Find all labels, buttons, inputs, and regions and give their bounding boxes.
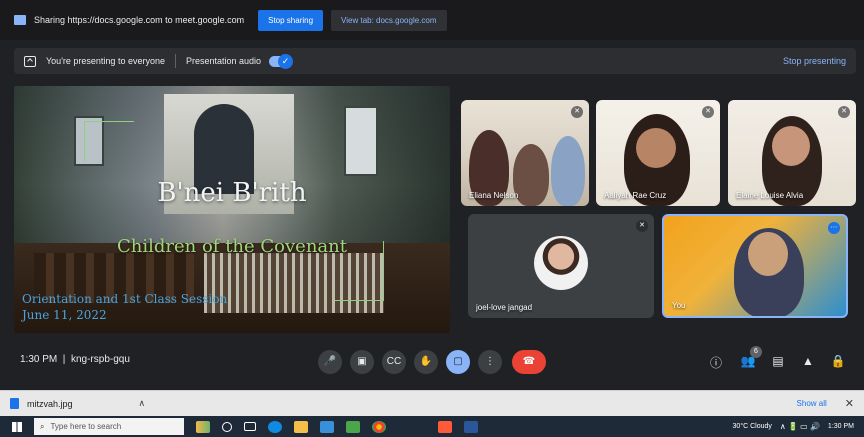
slide-frame-corner bbox=[84, 121, 134, 161]
chevron-up-icon[interactable]: ∧ bbox=[139, 398, 146, 409]
participant-video bbox=[513, 144, 549, 206]
host-controls-button[interactable]: 🔒 bbox=[830, 354, 846, 368]
news-widget-icon[interactable] bbox=[196, 420, 210, 433]
download-file-name[interactable]: mitzvah.jpg bbox=[27, 399, 73, 409]
slide-date-text: June 11, 2022 bbox=[22, 308, 107, 322]
meeting-code: kng-rspb-gqu bbox=[70, 354, 130, 365]
presenting-bar: You're presenting to everyone Presentati… bbox=[14, 48, 856, 74]
file-icon bbox=[10, 398, 19, 409]
phone-hangup-icon: ☎ bbox=[522, 356, 536, 367]
taskbar-clock[interactable]: 1:30 PM bbox=[828, 423, 854, 431]
present-to-all-icon bbox=[24, 55, 36, 67]
brave-icon[interactable] bbox=[438, 420, 452, 433]
people-count-badge: 6 bbox=[750, 346, 762, 358]
check-icon: ✓ bbox=[278, 53, 294, 69]
edge-icon[interactable] bbox=[268, 420, 282, 433]
avatar bbox=[534, 236, 588, 290]
taskbar-search-input[interactable]: ⌕ Type here to search bbox=[34, 418, 184, 435]
weather-text[interactable]: 30°C Cloudy bbox=[733, 423, 772, 430]
presentation-audio-label: Presentation audio bbox=[185, 56, 262, 66]
stop-presenting-button[interactable]: Stop presenting bbox=[783, 56, 846, 66]
task-view-icon[interactable] bbox=[244, 422, 256, 431]
captions-button[interactable]: CC bbox=[382, 350, 406, 374]
search-placeholder: Type here to search bbox=[50, 422, 122, 431]
screen-share-icon bbox=[14, 15, 26, 25]
participant-name: Aaliyah Rae Cruz bbox=[604, 191, 667, 200]
participant-tile[interactable]: ✕ joel-love jangad bbox=[468, 214, 654, 318]
download-bar: mitzvah.jpg ∧ Show all ✕ bbox=[0, 390, 864, 416]
raise-hand-button[interactable]: ✋ bbox=[414, 350, 438, 374]
microphone-button[interactable]: 🎤 bbox=[318, 350, 342, 374]
google-meet-window: Sharing https://docs.google.com to meet.… bbox=[0, 0, 864, 437]
word-icon[interactable] bbox=[464, 420, 478, 433]
windows-start-icon[interactable] bbox=[12, 421, 22, 432]
participant-face bbox=[636, 128, 676, 168]
sharing-status-text: Sharing https://docs.google.com to meet.… bbox=[34, 15, 245, 25]
participant-video bbox=[551, 136, 585, 206]
present-icon: ▢ bbox=[453, 356, 463, 367]
sharing-bar: Sharing https://docs.google.com to meet.… bbox=[0, 0, 864, 40]
meeting-controls: 1:30 PM | kng-rspb-gqu 🎤 ▣ CC ✋ ▢ ⋮ ☎ ⓘ … bbox=[0, 342, 864, 382]
camera-icon: ▣ bbox=[357, 356, 367, 367]
participant-name: Elaine Louise Alvia bbox=[736, 191, 804, 200]
meeting-info: 1:30 PM | kng-rspb-gqu bbox=[20, 354, 130, 365]
mic-off-icon: ✕ bbox=[838, 106, 850, 118]
presenting-status-text: You're presenting to everyone bbox=[46, 56, 165, 66]
show-all-button[interactable]: Show all bbox=[797, 399, 827, 408]
meeting-details-button[interactable]: ⓘ bbox=[708, 354, 724, 371]
slide-session-text: Orientation and 1st Class Session bbox=[22, 292, 228, 306]
stop-sharing-button[interactable]: Stop sharing bbox=[258, 9, 324, 31]
info-icon: ⓘ bbox=[709, 356, 722, 370]
more-options-button[interactable]: ⋮ bbox=[478, 350, 502, 374]
close-icon[interactable]: ✕ bbox=[845, 397, 854, 410]
participant-tile[interactable]: ✕ Aaliyah Rae Cruz bbox=[596, 100, 720, 206]
search-icon: ⌕ bbox=[40, 421, 45, 431]
mic-off-icon: ✕ bbox=[571, 106, 583, 118]
hand-icon: ✋ bbox=[419, 356, 433, 367]
leave-call-button[interactable]: ☎ bbox=[512, 350, 546, 374]
view-tab-button[interactable]: View tab: docs.google.com bbox=[331, 9, 447, 31]
participant-face bbox=[748, 232, 788, 276]
slide-title: B'nei B'rith bbox=[157, 178, 307, 208]
slide-subtitle: Children of the Covenant bbox=[117, 236, 347, 257]
mic-off-icon: ✕ bbox=[702, 106, 714, 118]
divider bbox=[174, 54, 176, 68]
participant-name: Eliana Nelson bbox=[469, 191, 519, 200]
shapes-icon: ▲ bbox=[802, 354, 814, 368]
camera-button[interactable]: ▣ bbox=[350, 350, 374, 374]
store-icon[interactable] bbox=[320, 420, 334, 433]
app-icon[interactable] bbox=[346, 420, 360, 433]
participant-face bbox=[772, 126, 810, 166]
separator: | bbox=[60, 354, 69, 365]
participant-tile[interactable]: ✕ Elaine Louise Alvia bbox=[728, 100, 856, 206]
more-vert-icon: ⋮ bbox=[485, 356, 495, 367]
microphone-icon: 🎤 bbox=[323, 356, 337, 367]
participant-name: You bbox=[672, 301, 686, 310]
slide-background-window bbox=[344, 106, 378, 176]
activities-button[interactable]: ▲ bbox=[800, 354, 816, 368]
file-explorer-icon[interactable] bbox=[294, 420, 308, 433]
presentation-audio-toggle[interactable]: ✓ bbox=[269, 53, 294, 69]
self-view-tile[interactable]: ⋯ You bbox=[662, 214, 848, 318]
present-button[interactable]: ▢ bbox=[446, 350, 470, 374]
captions-icon: CC bbox=[386, 356, 402, 367]
chat-icon: ▤ bbox=[772, 354, 784, 368]
participant-tile[interactable]: ✕ Eliana Nelson bbox=[461, 100, 589, 206]
presentation-slide: B'nei B'rith Children of the Covenant Or… bbox=[14, 86, 450, 333]
mic-off-icon: ✕ bbox=[636, 220, 648, 232]
system-tray-icons[interactable]: ∧ 🔋 ▭ 🔊 bbox=[780, 422, 820, 431]
chat-button[interactable]: ▤ bbox=[770, 354, 786, 368]
participant-name: joel-love jangad bbox=[476, 303, 533, 312]
cortana-icon[interactable] bbox=[222, 421, 232, 432]
chrome-icon[interactable] bbox=[372, 420, 386, 433]
windows-taskbar: ⌕ Type here to search 30°C Cloudy ∧ 🔋 ▭ … bbox=[0, 416, 864, 437]
more-options-icon[interactable]: ⋯ bbox=[828, 222, 840, 234]
lock-person-icon: 🔒 bbox=[830, 354, 846, 368]
meeting-time: 1:30 PM bbox=[20, 354, 58, 365]
